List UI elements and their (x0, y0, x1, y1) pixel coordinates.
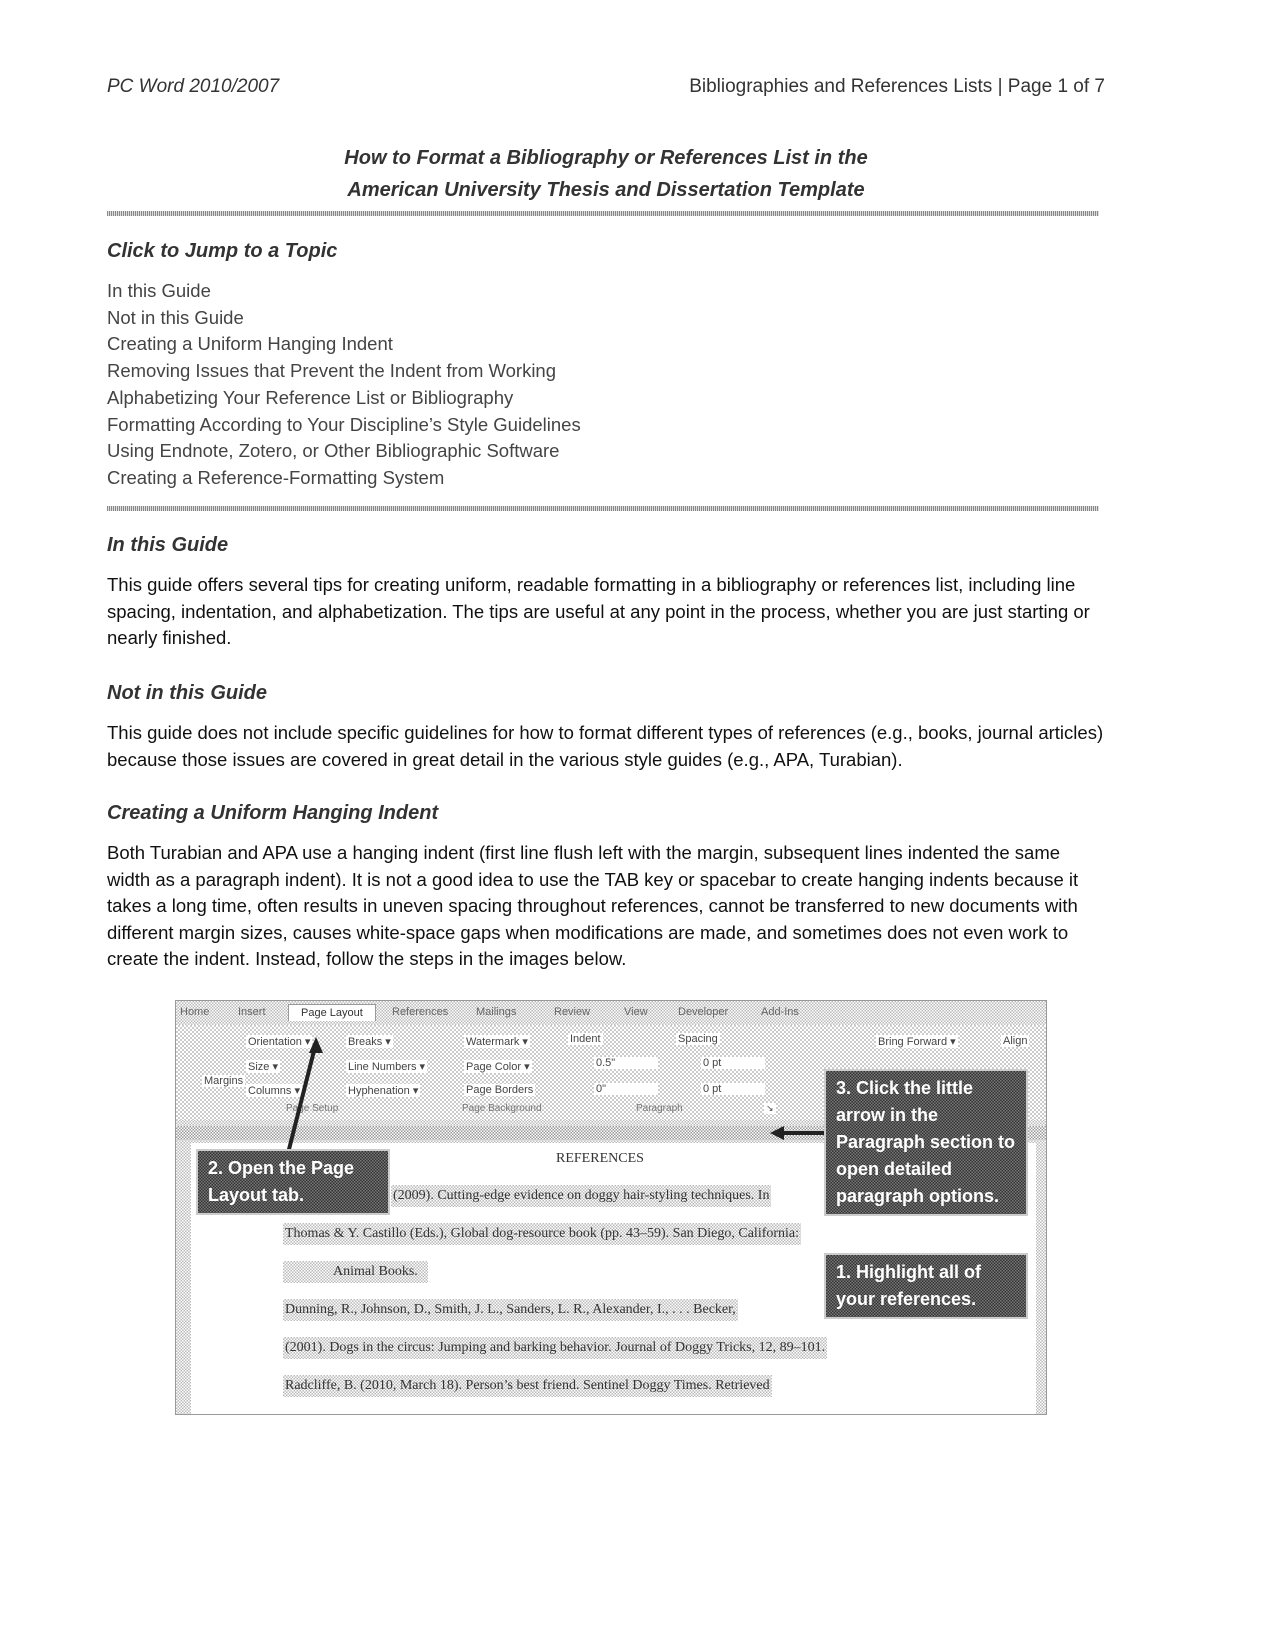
toc-link[interactable]: Using Endnote, Zotero, or Other Bibliogr… (107, 438, 581, 465)
toc-link[interactable]: Removing Issues that Prevent the Indent … (107, 358, 581, 385)
toc-link[interactable]: Creating a Reference-Formatting System (107, 465, 581, 492)
toc-link[interactable]: Formatting According to Your Discipline’… (107, 412, 581, 439)
section-heading: In this Guide (107, 534, 229, 556)
header-left: PC Word 2010/2007 (107, 76, 280, 97)
section-body: Both Turabian and APA use a hanging inde… (107, 842, 1079, 970)
arrowhead-icon (309, 1037, 323, 1053)
toc-link[interactable]: Creating a Uniform Hanging Indent (107, 331, 581, 358)
callout-step-1: 1. Highlight all of your references. (824, 1253, 1028, 1319)
toc-link[interactable]: In this Guide (107, 278, 581, 305)
divider (107, 211, 1099, 216)
callout-step-3: 3. Click the little arrow in the Paragra… (824, 1069, 1028, 1216)
toc-list: In this Guide Not in this Guide Creating… (107, 278, 581, 492)
toc-link[interactable]: Not in this Guide (107, 305, 581, 332)
header-right: Bibliographies and References Lists | Pa… (689, 76, 1105, 97)
callout-step-2: 2. Open the Page Layout tab. (196, 1149, 390, 1215)
divider (107, 506, 1099, 511)
section-body: This guide does not include specific gui… (107, 722, 1104, 770)
title-line-2: American University Thesis and Dissertat… (347, 179, 865, 201)
section-heading: Creating a Uniform Hanging Indent (107, 802, 439, 824)
word-ribbon-screenshot: Home Insert Page Layout References Maili… (175, 1000, 1047, 1415)
arrowhead-icon (770, 1126, 784, 1140)
section-heading: Not in this Guide (107, 682, 267, 704)
title-line-1: How to Format a Bibliography or Referenc… (344, 147, 868, 169)
section-body: This guide offers several tips for creat… (107, 574, 1090, 649)
toc-link[interactable]: Alphabetizing Your Reference List or Bib… (107, 385, 581, 412)
toc-heading: Click to Jump to a Topic (107, 240, 338, 262)
document-title: How to Format a Bibliography or Referenc… (107, 142, 1105, 206)
